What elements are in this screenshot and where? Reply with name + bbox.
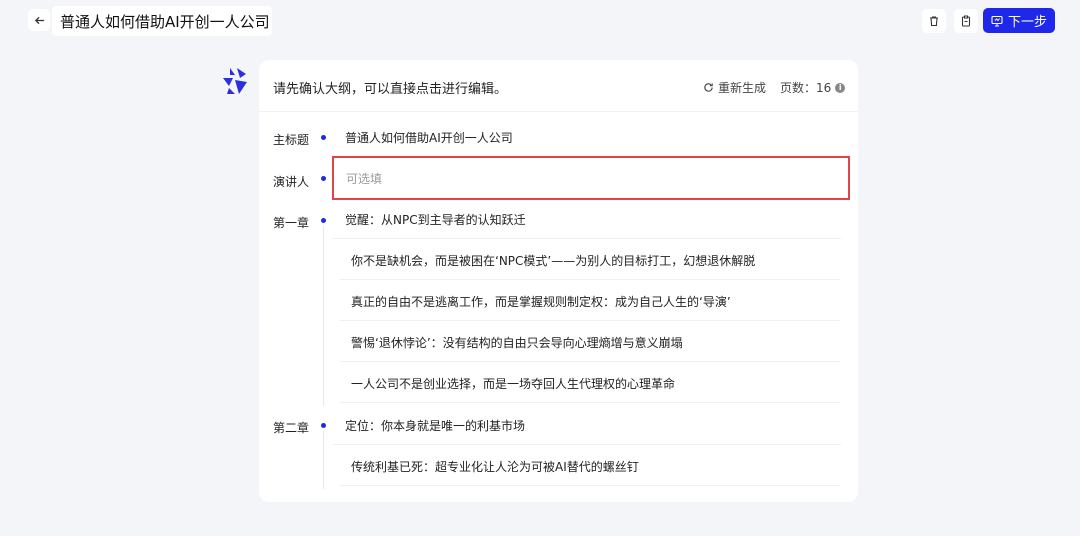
presentation-icon [991,15,1003,26]
chapter-item-field[interactable]: 警惕‘退休悖论’：没有结构的自由只会导向心理熵增与意义崩塌 [340,324,840,362]
next-step-label: 下一步 [1007,15,1047,30]
next-step-button[interactable]: 下一步 [983,8,1055,33]
info-icon[interactable]: i [835,82,846,93]
chapter-item-field[interactable]: 你不是缺机会，而是被困在‘NPC模式’——为别人的目标打工，幻想退休解脱 [340,242,840,280]
chapter-item-field[interactable]: 真正的自由不是逃离工作，而是掌握规则制定权：成为自己人生的‘导演’ [340,283,840,321]
app-logo-icon [223,68,247,94]
chapter-item-field[interactable]: 传统利基已死：超专业化让人沦为可被AI替代的螺丝钉 [340,448,840,486]
chapter-item-field[interactable]: 一人公司不是创业选择，而是一场夺回人生代理权的心理革命 [340,365,840,403]
chapter-connector [323,431,324,489]
regenerate-button[interactable]: 重新生成 [703,79,766,96]
chapter-label: 第一章 [273,216,310,230]
main-title-label: 主标题 [273,133,310,147]
top-bar: 普通人如何借助AI开创一人公司 下一步 [0,0,1080,44]
clipboard-icon [961,15,971,27]
speaker-field[interactable]: 可选填 [332,156,850,200]
outline-dot [321,423,326,428]
delete-button[interactable] [922,9,946,33]
main-title-field[interactable]: 普通人如何借助AI开创一人公司 [333,119,841,157]
chapter-title-field[interactable]: 定位：你本身就是唯一的利基市场 [333,407,841,445]
card-header: 请先确认大纲，可以直接点击进行编辑。 重新生成 页数：16 i [259,60,858,112]
arrow-left-icon [34,16,44,24]
regenerate-label: 重新生成 [718,81,767,95]
speaker-label: 演讲人 [273,175,310,189]
outline-dot [321,176,326,181]
page-count: 页数：16 i [780,79,846,96]
chapter-label: 第二章 [273,421,310,435]
chapter-connector [323,226,324,406]
trash-icon [930,16,938,27]
refresh-icon [704,83,713,92]
back-button[interactable] [28,9,50,31]
save-button[interactable] [954,9,978,33]
document-title-input[interactable]: 普通人如何借助AI开创一人公司 [52,6,272,36]
outline-prompt: 请先确认大纲，可以直接点击进行编辑。 [273,82,508,97]
page-count-label: 页数：16 [780,81,832,95]
chapter-title-field[interactable]: 觉醒：从NPC到主导者的认知跃迁 [333,201,841,239]
outline-dot [321,218,326,223]
outline-dot [321,135,326,140]
